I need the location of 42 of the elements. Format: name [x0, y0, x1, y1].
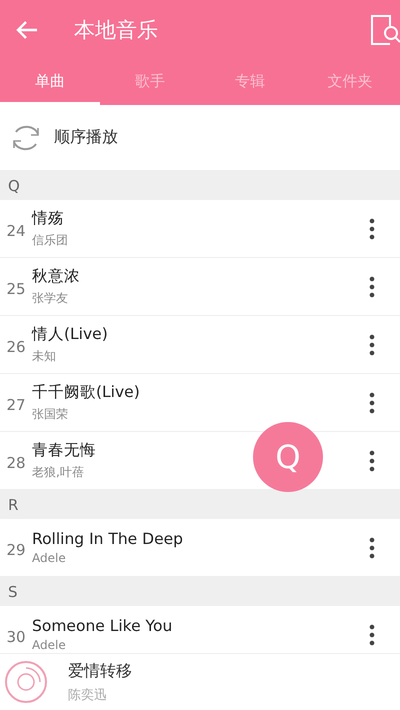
song-title: Rolling In The Deep	[32, 530, 183, 548]
play-mode-label[interactable]: 顺序播放	[54, 127, 118, 148]
song-number: 24	[5, 220, 27, 240]
back-arrow-icon	[16, 20, 38, 40]
song-artist: 张国荣	[32, 406, 68, 423]
now-playing-title: 爱情转移	[68, 660, 132, 682]
index-letter: Q	[275, 438, 301, 476]
song-artist: Adele	[32, 638, 66, 652]
more-icon	[369, 624, 375, 646]
section-letter: Q	[8, 176, 20, 194]
song-artist: Adele	[32, 551, 66, 565]
song-number: 25	[5, 278, 27, 298]
song-title: 情人(Live)	[32, 324, 108, 345]
now-playing-artist: 陈奕迅	[68, 686, 108, 704]
more-icon	[369, 218, 375, 240]
song-title: 情殇	[32, 208, 64, 229]
song-number: 27	[5, 394, 27, 414]
song-number: 26	[5, 336, 27, 356]
song-title: 青春无悔	[32, 440, 96, 461]
song-artist: 信乐团	[32, 232, 68, 249]
search-button[interactable]	[370, 14, 400, 46]
repeat-icon	[10, 124, 42, 152]
more-icon	[369, 276, 375, 298]
more-icon	[369, 334, 375, 356]
disc-icon	[4, 660, 48, 704]
song-artist: 老狼,叶蓓	[32, 464, 84, 481]
song-artist: 张学友	[32, 290, 68, 307]
more-icon	[369, 392, 375, 414]
song-number: 29	[5, 540, 27, 558]
search-icon	[370, 14, 400, 46]
more-icon	[369, 536, 375, 558]
section-letter: R	[8, 496, 18, 514]
page-title: 本地音乐	[74, 17, 159, 44]
song-number: 28	[5, 452, 27, 472]
song-number: 30	[5, 626, 27, 646]
song-artist: 未知	[32, 348, 56, 365]
song-title: 千千阙歌(Live)	[32, 382, 140, 403]
back-button[interactable]	[16, 20, 38, 40]
section-letter: S	[8, 582, 18, 600]
more-icon	[369, 450, 375, 472]
song-title: Someone Like You	[32, 617, 172, 635]
song-title: 秋意浓	[32, 266, 80, 287]
